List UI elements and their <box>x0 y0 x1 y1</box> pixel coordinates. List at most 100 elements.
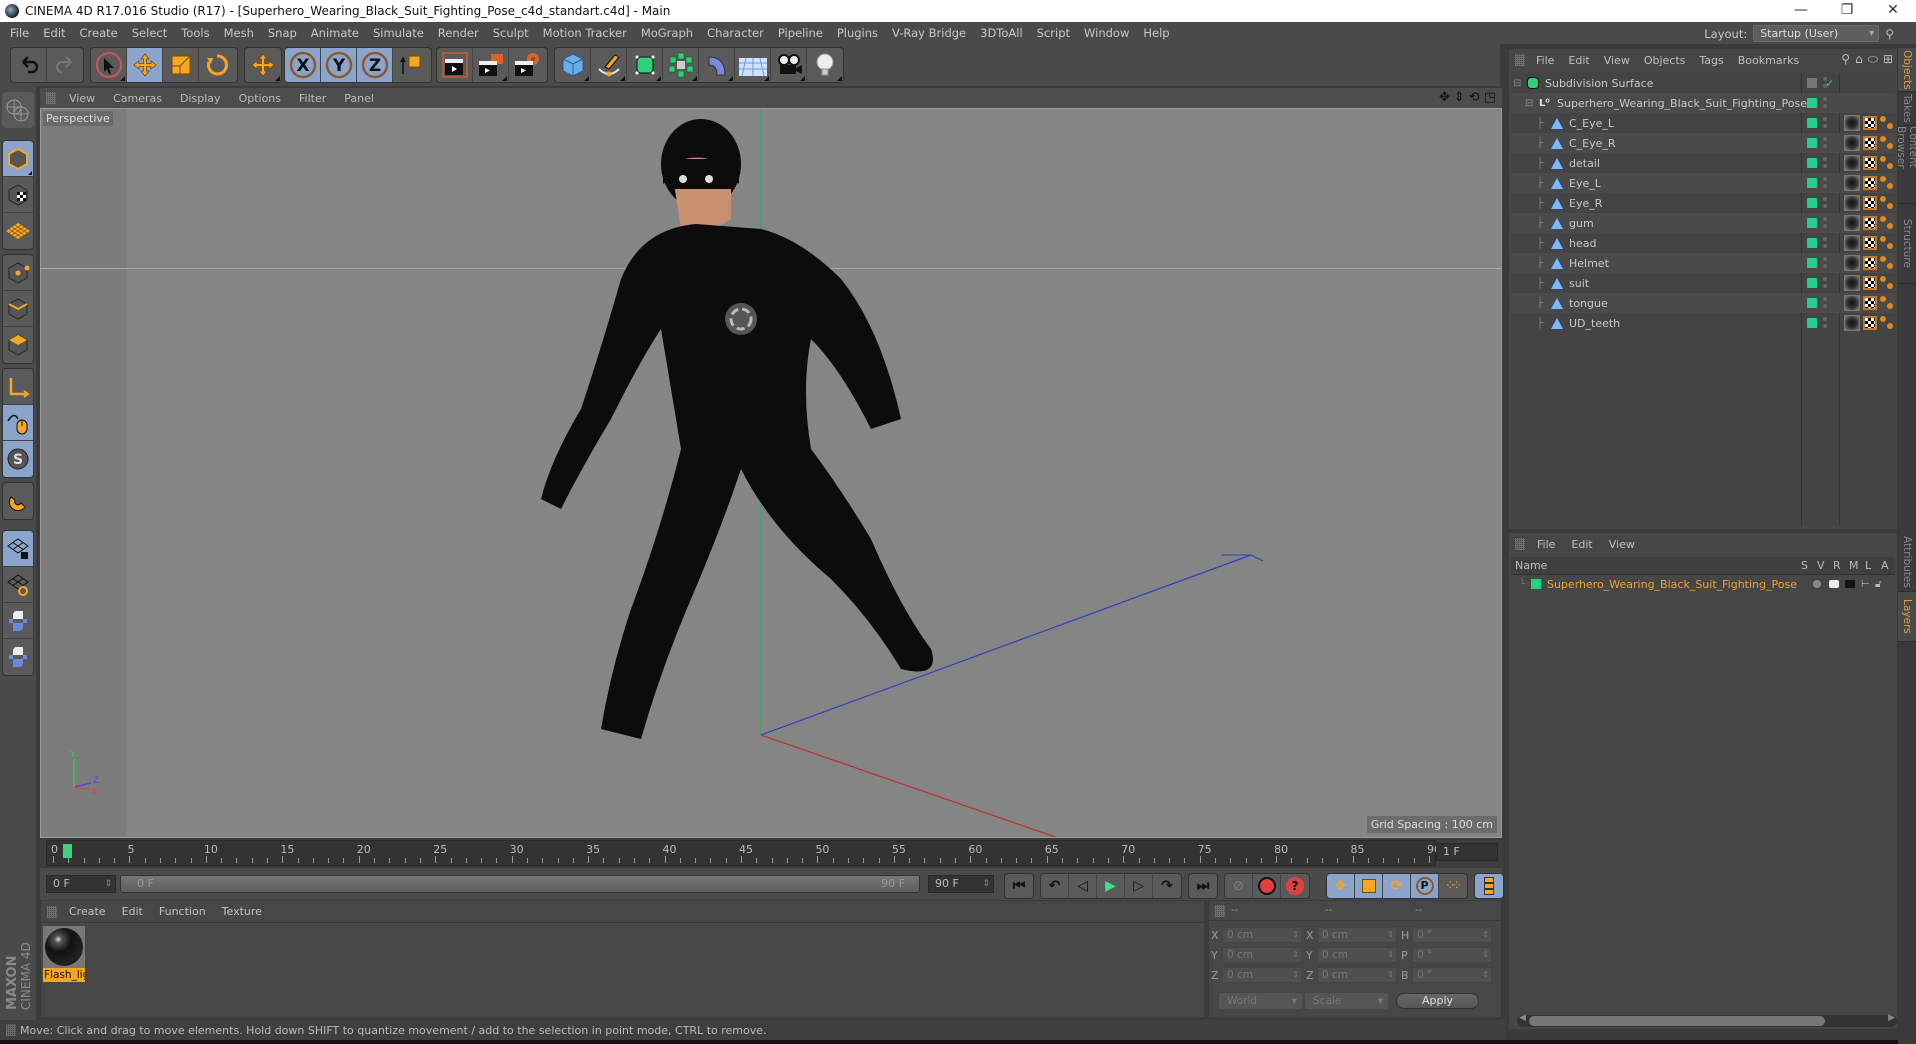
material-menu-function[interactable]: Function <box>151 905 214 918</box>
maximize-button[interactable]: ❐ <box>1824 0 1870 22</box>
render-picture-viewer-button[interactable] <box>473 48 509 82</box>
superhero-figure[interactable] <box>541 119 933 739</box>
phong-tag-icon[interactable] <box>1880 116 1894 130</box>
size-z-field[interactable]: 0 cm <box>1317 967 1397 983</box>
layer-color-icon[interactable] <box>1807 218 1817 228</box>
live-selection-button[interactable] <box>91 48 127 82</box>
menu-plugins[interactable]: Plugins <box>830 26 885 40</box>
workplane-align-button[interactable] <box>3 567 33 603</box>
cube-button[interactable] <box>555 48 591 82</box>
size-y-field[interactable]: 0 cm <box>1317 947 1397 963</box>
menu-tools[interactable]: Tools <box>174 26 216 40</box>
menu-snap[interactable]: Snap <box>261 26 304 40</box>
viewport-menu-panel[interactable]: Panel <box>335 92 383 105</box>
go-to-start-button[interactable]: ⏮ <box>1005 874 1033 898</box>
visibility-dots-icon[interactable] <box>1823 257 1827 269</box>
layer-color-icon[interactable] <box>1807 98 1817 108</box>
rotate-view-icon[interactable]: ⟲ <box>1469 90 1480 105</box>
coordinate-mode-dropdown[interactable]: Scale <box>1305 993 1388 1009</box>
key-parameter-button[interactable]: P <box>1411 874 1439 898</box>
playhead[interactable] <box>63 844 73 858</box>
side-tab-attributes[interactable]: Attributes <box>1898 532 1916 592</box>
phong-tag-icon[interactable] <box>1880 256 1894 270</box>
menu-sculpt[interactable]: Sculpt <box>486 26 536 40</box>
undo-button[interactable] <box>11 48 47 82</box>
phong-tag-icon[interactable] <box>1880 156 1894 170</box>
lock-icon[interactable]: 🔓︎ <box>1875 579 1881 590</box>
filter-icon[interactable]: ⬭ <box>1868 52 1878 67</box>
position-y-field[interactable]: 0 cm <box>1222 947 1302 963</box>
uvw-tag-icon[interactable] <box>1863 276 1877 290</box>
material-tag-icon[interactable] <box>1844 315 1860 331</box>
object-row[interactable]: ├ Helmet <box>1511 253 1895 273</box>
workplane-mode-button[interactable] <box>3 213 33 249</box>
go-to-end-button[interactable]: ⏭ <box>1189 874 1217 898</box>
position-x-field[interactable]: 0 cm <box>1222 927 1302 943</box>
object-row[interactable]: ├ head <box>1511 233 1895 253</box>
floor-button[interactable] <box>735 48 771 82</box>
layer-color-icon[interactable] <box>1807 158 1817 168</box>
texture-mode-button[interactable] <box>3 177 33 213</box>
menu-render[interactable]: Render <box>431 26 486 40</box>
side-tab-objects[interactable]: Objects <box>1898 48 1916 92</box>
start-frame-field[interactable]: 0 F <box>46 875 116 893</box>
phong-tag-icon[interactable] <box>1880 276 1894 290</box>
object-row[interactable]: ⊟ Subdivision Surface ✓ <box>1511 73 1895 93</box>
visibility-dots-icon[interactable] <box>1823 177 1827 189</box>
layer-column-l[interactable]: L <box>1865 559 1871 572</box>
y-axis-lock-button[interactable]: Y <box>321 48 357 82</box>
layer-column-v[interactable]: V <box>1817 559 1825 572</box>
render-settings-button[interactable] <box>509 48 545 82</box>
viewport-perspective[interactable]: Y Z X Perspective Grid Spacing : 100 cm <box>40 108 1502 838</box>
make-editable-button[interactable] <box>2 92 32 128</box>
tweak-mode-button[interactable] <box>3 405 33 441</box>
material-menu-texture[interactable]: Texture <box>214 905 270 918</box>
material-tag-icon[interactable] <box>1844 215 1860 231</box>
preview-range-slider[interactable]: 0 F 90 F <box>120 875 920 893</box>
layer-color-swatch[interactable] <box>1531 579 1541 589</box>
layers-menu-file[interactable]: File <box>1529 538 1563 551</box>
object-row[interactable]: ├ tongue <box>1511 293 1895 313</box>
layer-column-name[interactable]: Name <box>1515 559 1547 572</box>
material-tag-icon[interactable] <box>1844 135 1860 151</box>
layer-slot-icon[interactable] <box>1807 78 1817 88</box>
uvw-tag-icon[interactable] <box>1863 196 1877 210</box>
next-frame-button[interactable]: ▷ <box>1125 874 1153 898</box>
apply-button[interactable]: Apply <box>1396 993 1479 1009</box>
uvw-tag-icon[interactable] <box>1863 256 1877 270</box>
viewport-menu-display[interactable]: Display <box>171 92 230 105</box>
layer-color-icon[interactable] <box>1807 138 1817 148</box>
visibility-dots-icon[interactable] <box>1823 317 1827 329</box>
layer-color-icon[interactable] <box>1807 258 1817 268</box>
side-tab-layers[interactable]: Layers <box>1898 592 1916 642</box>
object-row[interactable]: ├ detail <box>1511 153 1895 173</box>
rotation-h-field[interactable]: 0 ° <box>1412 927 1492 943</box>
objects-menu-edit[interactable]: Edit <box>1561 54 1596 67</box>
size-x-field[interactable]: 0 cm <box>1317 927 1397 943</box>
expand-toggle-icon[interactable]: ⊟ <box>1525 98 1533 109</box>
menu-mograph[interactable]: MoGraph <box>634 26 700 40</box>
menu-file[interactable]: File <box>0 26 36 40</box>
object-row[interactable]: ├ C_Eye_L <box>1511 113 1895 133</box>
viewport-menu-cameras[interactable]: Cameras <box>104 92 171 105</box>
rotation-p-field[interactable]: 0 ° <box>1412 947 1492 963</box>
visibility-dots-icon[interactable] <box>1823 117 1827 129</box>
pan-view-icon[interactable]: ✥ <box>1439 90 1450 105</box>
uvw-tag-icon[interactable] <box>1863 136 1877 150</box>
object-row[interactable]: ├ C_Eye_R <box>1511 133 1895 153</box>
side-tab-takes[interactable]: Takes <box>1898 92 1916 126</box>
coordinate-space-dropdown[interactable]: World <box>1219 993 1302 1009</box>
end-frame-field[interactable]: 90 F <box>928 875 994 893</box>
close-button[interactable]: ✕ <box>1870 0 1916 22</box>
coordinate-system-button[interactable] <box>393 48 429 82</box>
layout-dropdown[interactable]: Startup (User) <box>1753 25 1880 42</box>
layer-row[interactable]: └ Superhero_Wearing_Black_Suit_Fighting_… <box>1511 575 1895 593</box>
object-row[interactable]: ├ suit <box>1511 273 1895 293</box>
material-menu-edit[interactable]: Edit <box>114 905 151 918</box>
object-row[interactable]: ⊟ L⁰ Superhero_Wearing_Black_Suit_Fighting… <box>1511 93 1895 113</box>
material-tag-icon[interactable] <box>1844 115 1860 131</box>
key-scale-button[interactable] <box>1355 874 1383 898</box>
x-axis-lock-button[interactable]: X <box>285 48 321 82</box>
next-key-button[interactable]: ↷ <box>1153 874 1181 898</box>
menu-window[interactable]: Window <box>1077 26 1136 40</box>
